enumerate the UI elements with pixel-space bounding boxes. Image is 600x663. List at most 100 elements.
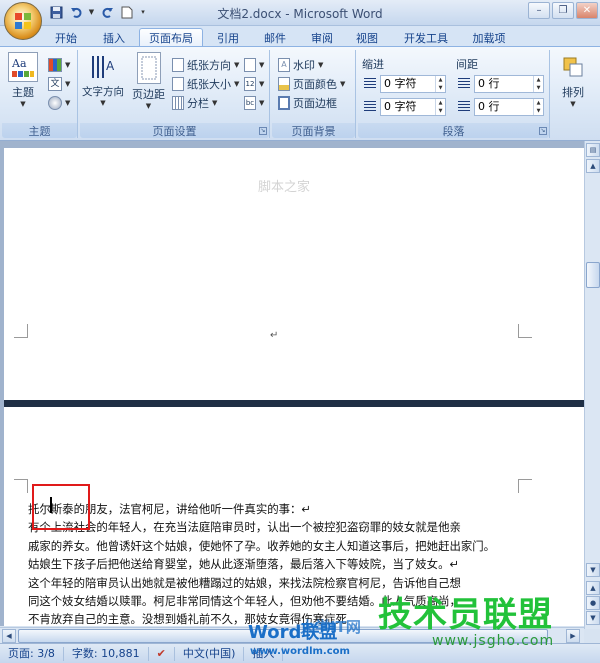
margins-button[interactable]: 页边距 ▼ [132,52,165,110]
page-background-group: A 水印 ▼ 页面颜色 ▼ 页面边框 页面背景 [272,50,356,138]
ribbon-tabs: 开始 插入 页面布局 引用 邮件 审阅 视图 开发工具 加载项 [0,26,600,47]
theme-colors-button[interactable]: ▼ [48,56,70,74]
paragraph-group: 缩进 间距 0 字符 ▲ ▼ 0 字符 ▲ ▼ 0 行 ▲ ▼ 0 行 ▲ ▼ 段落 [358,50,550,138]
indent-right-icon [364,101,376,113]
tab-mailings[interactable]: 邮件 [253,28,297,47]
scroll-right-icon[interactable]: ▶ [566,629,580,643]
indent-label: 缩进 [362,58,384,71]
tab-review[interactable]: 审阅 [300,28,344,47]
size-button[interactable]: 纸张大小 ▼ [172,75,239,93]
spacing-after-icon [458,101,470,113]
document-area[interactable]: ↵ 托尔斯泰的朋友，法官柯尼，讲给他听一件真实的事：↵ 有个上流社会的年轻人，在… [0,141,584,626]
spacing-before-spinner[interactable]: ▲ ▼ [533,76,543,92]
theme-colors-icon [48,58,62,72]
vertical-scrollbar[interactable]: ▤ ▲ ▼ ▲ ● ▼ [584,141,600,629]
spellcheck-icon[interactable]: ✔ [149,646,175,661]
indent-left-icon [364,78,376,90]
window-title: 文档2.docx - Microsoft Word [217,7,383,21]
page-borders-label: 页面边框 [293,97,337,110]
hyphenation-button[interactable]: bc ▼ [244,94,264,112]
indent-left-spinner[interactable]: ▲ ▼ [435,76,445,92]
breaks-button[interactable]: ▼ [244,56,264,74]
paragraph-label: 段落 [358,123,549,138]
office-button[interactable] [4,2,42,40]
highlight-box [32,484,90,530]
status-word-count[interactable]: 字数: 10,881 [64,646,149,661]
previous-page-icon[interactable]: ▲ [586,581,600,595]
next-page-icon[interactable]: ▼ [586,611,600,625]
margin-corner-top-right [518,324,532,338]
text-direction-button[interactable]: A 文字方向 ▼ [82,52,124,107]
word-window: ▼ ▾ 文档2.docx - Microsoft Word – ❐ ✕ 开始 插… [0,0,600,663]
breaks-icon [244,58,256,72]
ruler-toggle-icon[interactable]: ▤ [586,143,600,157]
minimize-button[interactable]: – [528,2,550,19]
scroll-left-icon[interactable]: ◀ [2,629,16,643]
page-background-label: 页面背景 [272,123,355,138]
watermark-brand-url: www.jsgho.com [432,633,555,649]
office-logo-icon [15,13,31,29]
text-cursor [50,497,52,513]
line-numbers-button[interactable]: 12 ▼ [244,75,264,93]
indent-right-input[interactable]: 0 字符 ▲ ▼ [380,98,446,116]
page-setup-launcher-icon[interactable]: ↘ [259,127,267,135]
columns-button[interactable]: 分栏 ▼ [172,94,217,112]
page-gap [4,400,584,407]
arrange-icon [558,52,588,84]
hyphenation-icon: bc [244,96,256,110]
margin-corner-bottom-right [518,479,532,493]
theme-fonts-button[interactable]: 文 ▼ [48,75,70,93]
spacing-before-input[interactable]: 0 行 ▲ ▼ [474,75,544,93]
spacing-after-input[interactable]: 0 行 ▲ ▼ [474,98,544,116]
tab-page-layout[interactable]: 页面布局 [139,28,203,47]
tab-insert[interactable]: 插入 [92,28,136,47]
arrange-group: 排列 ▼ [552,50,596,138]
watermark-icon: A [278,58,290,72]
line-numbers-icon: 12 [244,77,256,91]
spacing-before-icon [458,78,470,90]
page-borders-icon [278,96,290,110]
vertical-scroll-thumb[interactable] [586,262,600,288]
title-bar: ▼ ▾ 文档2.docx - Microsoft Word – ❐ ✕ [0,0,600,26]
spacing-label: 间距 [456,58,478,71]
maximize-button[interactable]: ❐ [552,2,574,19]
indent-left-input[interactable]: 0 字符 ▲ ▼ [380,75,446,93]
window-controls: – ❐ ✕ [528,2,598,19]
page-color-label: 页面颜色 [293,78,337,91]
status-page[interactable]: 页面: 3/8 [0,646,64,661]
arrange-button[interactable]: 排列 ▼ [558,52,588,108]
orientation-button[interactable]: 纸张方向 ▼ [172,56,239,74]
orientation-label: 纸张方向 [187,59,231,72]
tab-developer[interactable]: 开发工具 [394,28,458,47]
themes-dropdown-icon: ▼ [20,100,26,108]
svg-text:A: A [106,59,115,73]
paper-size-icon [172,77,184,91]
doc-line: 托尔斯泰的朋友，法官柯尼，讲给他听一件真实的事：↵ [28,502,311,516]
scroll-down-icon[interactable]: ▼ [586,563,600,577]
watermark-button[interactable]: A 水印 ▼ [278,56,323,74]
page-color-button[interactable]: 页面颜色 ▼ [278,75,345,93]
themes-button[interactable]: Aa 主题 ▼ [8,52,38,108]
theme-effects-button[interactable]: ▼ [48,94,70,112]
spacing-after-spinner[interactable]: ▲ ▼ [533,99,543,115]
theme-effects-icon [48,96,62,110]
paragraph-launcher-icon[interactable]: ↘ [539,127,547,135]
scroll-up-icon[interactable]: ▲ [586,159,600,173]
close-button[interactable]: ✕ [576,2,598,19]
tab-view[interactable]: 视图 [345,28,389,47]
tab-references[interactable]: 引用 [206,28,250,47]
margins-label: 页边距 [132,88,165,101]
columns-label: 分栏 [187,97,209,110]
watermark-it-text: 大学IT网 [300,618,361,636]
text-direction-icon: A [88,52,118,84]
indent-right-spinner[interactable]: ▲ ▼ [435,99,445,115]
size-label: 纸张大小 [187,78,231,91]
ribbon: Aa 主题 ▼ ▼ 文 ▼ ▼ 主题 A 文字方向 ▼ 页边距 ▼ 纸张方向 ▼… [0,46,600,141]
page-borders-button[interactable]: 页面边框 [278,94,337,112]
browse-object-icon[interactable]: ● [586,596,600,610]
tab-addins[interactable]: 加载项 [462,28,516,47]
tab-home[interactable]: 开始 [44,28,88,47]
text-direction-label: 文字方向 [82,86,124,98]
status-language[interactable]: 中文(中国) [175,646,245,661]
svg-text:Aa: Aa [11,57,27,70]
